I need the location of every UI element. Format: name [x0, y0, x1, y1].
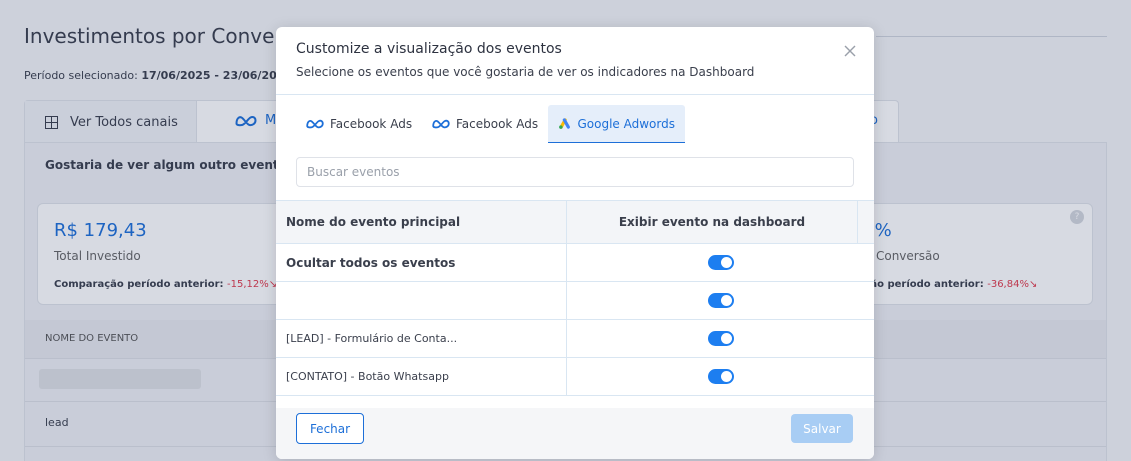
modal-divider [276, 94, 874, 95]
search-events-input[interactable] [296, 157, 854, 187]
event-visibility-toggle[interactable] [707, 331, 734, 346]
table-row: [CONTATO] - Botão Whatsapp [276, 358, 874, 396]
google-ads-icon [559, 118, 570, 129]
events-table: Nome do evento principal Exibir evento n… [276, 200, 874, 396]
close-icon[interactable] [840, 41, 860, 61]
event-name: Ocultar todos os eventos [276, 244, 567, 281]
modal-subtitle: Selecione os eventos que você gostaria d… [296, 65, 755, 79]
save-button[interactable]: Salvar [791, 414, 853, 443]
event-name [276, 282, 567, 319]
close-button[interactable]: Fechar [296, 413, 364, 444]
hide-all-events-toggle[interactable] [707, 255, 734, 270]
event-visibility-toggle[interactable] [707, 369, 734, 384]
table-header-row: Nome do evento principal Exibir evento n… [276, 200, 874, 244]
event-name: [CONTATO] - Botão Whatsapp [276, 358, 567, 395]
column-header-event-name: Nome do evento principal [276, 201, 567, 243]
tab-facebook-ads-2[interactable]: Facebook Ads [422, 105, 548, 143]
modal-footer: Fechar Salvar [276, 408, 874, 459]
event-visibility-toggle[interactable] [707, 293, 734, 308]
modal-title: Customize a visualização dos eventos [296, 41, 562, 57]
table-row: [LEAD] - Formulário de Conta... [276, 320, 874, 358]
event-name: [LEAD] - Formulário de Conta... [276, 320, 567, 357]
meta-icon [432, 119, 450, 129]
meta-icon [306, 119, 324, 129]
table-row: Ocultar todos os eventos [276, 244, 874, 282]
tab-facebook-ads-1[interactable]: Facebook Ads [296, 105, 422, 143]
customize-events-modal: Customize a visualização dos eventos Sel… [276, 27, 874, 459]
table-row [276, 282, 874, 320]
tab-google-adwords[interactable]: Google Adwords [548, 105, 685, 143]
column-header-show-in-dashboard: Exibir evento na dashboard [567, 201, 858, 243]
